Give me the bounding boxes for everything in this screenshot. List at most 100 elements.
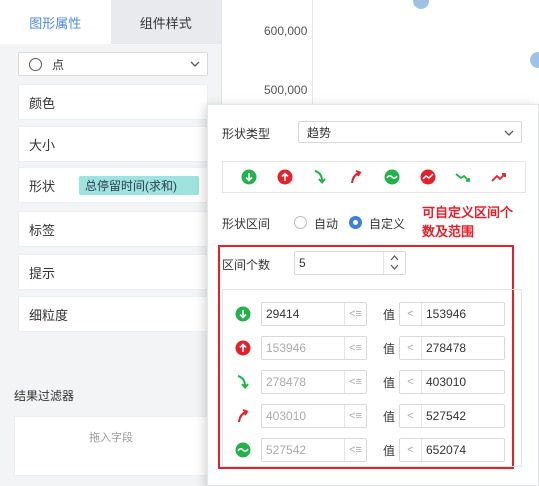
chevron-down-icon	[190, 61, 200, 67]
range-min-value: 29414	[266, 307, 300, 321]
tab-graphic-properties[interactable]: 图形属性	[0, 0, 111, 44]
range-max-value: 153946	[426, 307, 467, 321]
comparator-select[interactable]: <≡	[344, 439, 366, 461]
field-label: 形状	[29, 178, 56, 194]
range-max-value: 403010	[426, 375, 467, 389]
custom-range-annotation: 可自定义区间个数及范围	[422, 205, 514, 239]
field-color[interactable]: 颜色	[18, 84, 208, 120]
comparator-select[interactable]: <	[400, 405, 422, 427]
comparator-select[interactable]: <≡	[344, 371, 366, 393]
range-min-input: 527542 <≡	[261, 438, 367, 462]
range-min-value: 278478	[266, 375, 307, 389]
chevron-down-icon[interactable]	[389, 263, 400, 272]
value-label: 值	[383, 308, 396, 322]
range-max-input[interactable]: < 652074	[399, 438, 505, 462]
chevron-up-icon[interactable]	[389, 253, 400, 262]
field-label: 细粒度	[29, 307, 69, 323]
drop-zone-placeholder: 拖入字段	[89, 432, 133, 444]
filter-drop-zone[interactable]: 拖入字段	[14, 416, 208, 476]
comparator-select[interactable]: <	[400, 337, 422, 359]
range-row: 278478 <≡ 值 < 403010	[223, 370, 523, 394]
panel-tabs: 图形属性 组件样式	[0, 0, 221, 44]
range-min-value: 403010	[266, 409, 307, 423]
wave-green-icon[interactable]	[384, 169, 400, 185]
arrow-down-green-icon	[235, 306, 251, 322]
field-label: 颜色	[29, 95, 56, 111]
range-max-input[interactable]: < 153946	[399, 302, 505, 326]
range-min-input: 278478 <≡	[261, 370, 367, 394]
arrow-up-right-red-icon[interactable]	[348, 169, 364, 185]
range-min-value: 527542	[266, 443, 307, 457]
mark-type-select[interactable]: 点	[18, 52, 208, 76]
wave-red-icon[interactable]	[420, 169, 436, 185]
range-max-input[interactable]: < 403010	[399, 370, 505, 394]
range-list: 29414 <≡ 值 < 153946 153946 <≡ 值 < 278478	[222, 289, 522, 467]
radio-auto-label: 自动	[314, 217, 339, 231]
mark-type-value: 点	[52, 57, 65, 72]
arrow-up-red-icon	[235, 340, 251, 356]
range-min-input: 153946 <≡	[261, 336, 367, 360]
comparator-select[interactable]: <≡	[344, 337, 366, 359]
value-label: 值	[383, 376, 396, 390]
arrow-down-right-green-icon[interactable]	[312, 169, 328, 185]
field-label: 大小	[29, 137, 56, 153]
range-max-input[interactable]: < 278478	[399, 336, 505, 360]
interval-count-label: 区间个数	[222, 258, 271, 272]
range-row: 403010 <≡ 值 < 527542	[223, 404, 523, 428]
arrow-up-red-icon[interactable]	[277, 169, 293, 185]
wave-green-icon	[235, 442, 251, 458]
interval-count-input[interactable]: 5	[294, 251, 406, 275]
radio-custom-label: 自定义	[369, 217, 406, 231]
range-row: 153946 <≡ 值 < 278478	[223, 336, 523, 360]
shape-field-tag[interactable]: 总停留时间(求和)	[79, 176, 199, 195]
trend-down-green-icon[interactable]	[455, 169, 471, 185]
arrow-up-right-red-icon	[238, 409, 249, 423]
shape-type-value: 趋势	[307, 125, 332, 140]
comparator-select[interactable]: <≡	[344, 303, 366, 325]
data-point[interactable]	[530, 52, 539, 68]
shape-settings-popup: 形状类型 趋势 形状区间 自动 自定义 可自定义区间个数及范围 区间个数 5 2…	[207, 104, 539, 486]
interval-count-value: 5	[299, 256, 306, 270]
tab-component-style[interactable]: 组件样式	[110, 0, 221, 44]
field-granularity[interactable]: 细粒度	[18, 296, 208, 332]
range-max-value: 652074	[426, 443, 467, 457]
chevron-down-icon	[504, 130, 514, 136]
comparator-select[interactable]: <	[400, 371, 422, 393]
range-min-value: 153946	[266, 341, 307, 355]
field-tooltip[interactable]: 提示	[18, 254, 208, 290]
comparator-select[interactable]: <	[400, 439, 422, 461]
field-shape[interactable]: 形状 总停留时间(求和)	[18, 167, 208, 203]
range-max-value: 278478	[426, 341, 467, 355]
range-min-input[interactable]: 29414 <≡	[261, 302, 367, 326]
data-point[interactable]	[413, 0, 429, 9]
range-row: 29414 <≡ 值 < 153946	[223, 302, 523, 326]
field-label: 标签	[29, 222, 56, 238]
field-label: 提示	[29, 265, 56, 281]
shape-range-label: 形状区间	[222, 217, 271, 231]
value-label: 值	[383, 342, 396, 356]
interval-count-stepper[interactable]	[383, 252, 405, 274]
result-filter-title: 结果过滤器	[14, 389, 75, 403]
shape-type-label: 形状类型	[222, 127, 271, 141]
field-label-mark[interactable]: 标签	[18, 211, 208, 247]
properties-panel: 图形属性 组件样式 点 颜色 大小 形状 总停留时间(求和) 标签 提示 细粒度…	[0, 0, 222, 486]
field-size[interactable]: 大小	[18, 126, 208, 162]
radio-auto[interactable]	[294, 216, 307, 229]
value-label: 值	[383, 444, 396, 458]
range-max-value: 527542	[426, 409, 467, 423]
arrow-down-right-green-icon	[237, 375, 249, 390]
shape-type-select[interactable]: 趋势	[298, 121, 522, 143]
radio-custom[interactable]	[349, 216, 362, 229]
circle-icon	[29, 57, 42, 71]
range-min-input: 403010 <≡	[261, 404, 367, 428]
comparator-select[interactable]: <≡	[344, 405, 366, 427]
y-tick-label: 500,000	[264, 83, 308, 97]
range-max-input[interactable]: < 527542	[399, 404, 505, 428]
range-row: 527542 <≡ 值 < 652074	[223, 438, 523, 462]
shape-icon-palette	[222, 161, 526, 193]
y-tick-label: 600,000	[264, 24, 308, 38]
comparator-select[interactable]: <	[400, 303, 422, 325]
trend-up-red-icon[interactable]	[491, 169, 507, 185]
value-label: 值	[383, 410, 396, 424]
arrow-down-green-icon[interactable]	[241, 169, 257, 185]
